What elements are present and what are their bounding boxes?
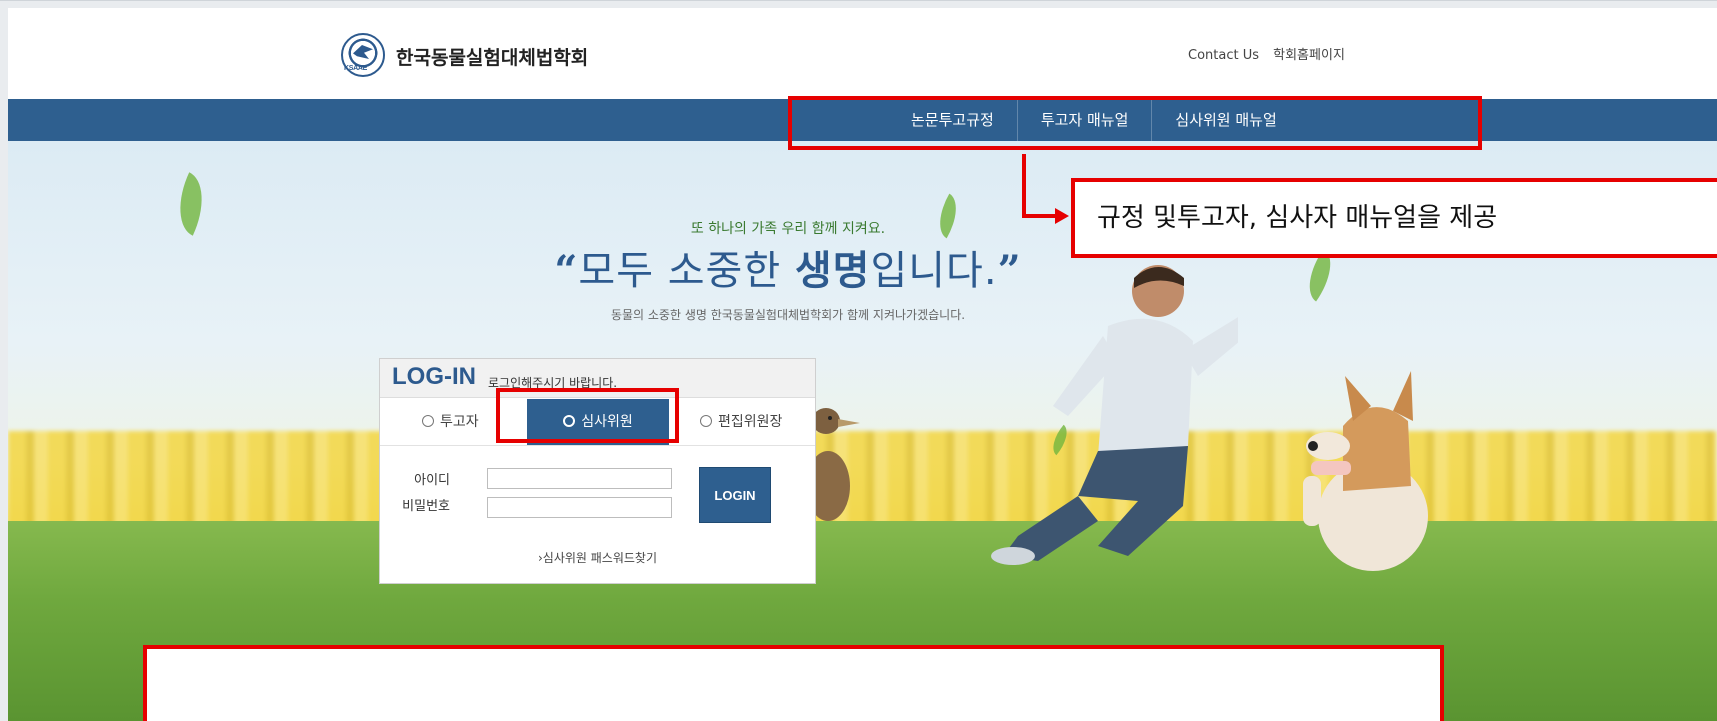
id-input[interactable] <box>487 468 672 489</box>
role-radio-editor-in-chief[interactable]: 편집위원장 <box>700 399 782 445</box>
role-label-author: 투고자 <box>440 414 479 430</box>
contact-us-link[interactable]: Contact Us <box>1188 48 1259 63</box>
nav-item-reviewer-manual[interactable]: 심사위원 매뉴얼 <box>1151 99 1299 141</box>
radio-unchecked-icon <box>422 415 434 427</box>
role-radio-author[interactable]: 투고자 <box>422 399 479 445</box>
login-title: LOG-IN <box>392 363 476 390</box>
nav-item-submission-rules[interactable]: 논문투고규정 <box>888 99 1017 141</box>
headline-bold-word: 생명 <box>794 248 871 294</box>
site-name[interactable]: 한국동물실험대체법학회 <box>396 43 588 70</box>
callout-connector-line <box>1022 154 1026 218</box>
login-instruction: 로그인해주시기 바랍니다. <box>488 376 618 390</box>
top-links: Contact Us 학회홈페이지 <box>1188 44 1355 63</box>
nav-item-author-manual[interactable]: 투고자 매뉴얼 <box>1016 99 1152 141</box>
society-homepage-link[interactable]: 학회홈페이지 <box>1273 48 1345 63</box>
role-selector: 투고자 심사위원 편집위원장 <box>380 399 815 446</box>
login-panel: LOG-IN 로그인해주시기 바랍니다. 투고자 심사위원 편집위원장 아이디 … <box>379 358 816 584</box>
role-label-editor: 편집위원장 <box>718 414 783 430</box>
man-illustration <box>991 265 1238 565</box>
find-password-link[interactable]: ›심사위원 패스워드찾기 <box>380 549 815 566</box>
bottom-annotation-box <box>143 645 1444 721</box>
login-button[interactable]: LOGIN <box>699 467 771 523</box>
role-radio-reviewer[interactable]: 심사위원 <box>527 399 669 445</box>
society-logo-icon[interactable]: KSAAE <box>341 33 385 77</box>
annotation-callout: 규정 및투고자, 심사자 매뉴얼을 제공 <box>1071 178 1717 258</box>
bird-emblem-icon <box>353 45 373 59</box>
logo-abbreviation: KSAAE <box>344 65 368 72</box>
site-header: KSAAE 한국동물실험대체법학회 Contact Us 학회홈페이지 <box>8 8 1717 108</box>
login-header: LOG-IN 로그인해주시기 바랍니다. <box>380 359 815 398</box>
page-frame: KSAAE 한국동물실험대체법학회 Contact Us 학회홈페이지 논문투고… <box>8 8 1717 721</box>
password-input[interactable] <box>487 497 672 518</box>
password-label: 비밀번호 <box>402 499 450 514</box>
radio-checked-icon <box>563 415 576 427</box>
hero-subtitle: 동물의 소중한 생명 한국동물실험대체법학회가 함께 지켜나가겠습니다. <box>610 308 966 322</box>
nav-menu: 논문투고규정 투고자 매뉴얼 심사위원 매뉴얼 <box>888 99 1300 141</box>
headline-part1: 모두 소중한 <box>578 248 795 294</box>
open-quote-mark: “ <box>554 247 579 294</box>
arrow-right-icon <box>1055 208 1069 224</box>
role-label-reviewer: 심사위원 <box>581 414 633 430</box>
id-label: 아이디 <box>414 473 450 488</box>
callout-connector-line <box>1022 214 1057 218</box>
window-top-border <box>0 0 1717 1</box>
radio-unchecked-icon <box>700 415 712 427</box>
corgi-dog-illustration <box>1303 371 1428 571</box>
main-nav-bar: 논문투고규정 투고자 매뉴얼 심사위원 매뉴얼 <box>8 99 1717 141</box>
